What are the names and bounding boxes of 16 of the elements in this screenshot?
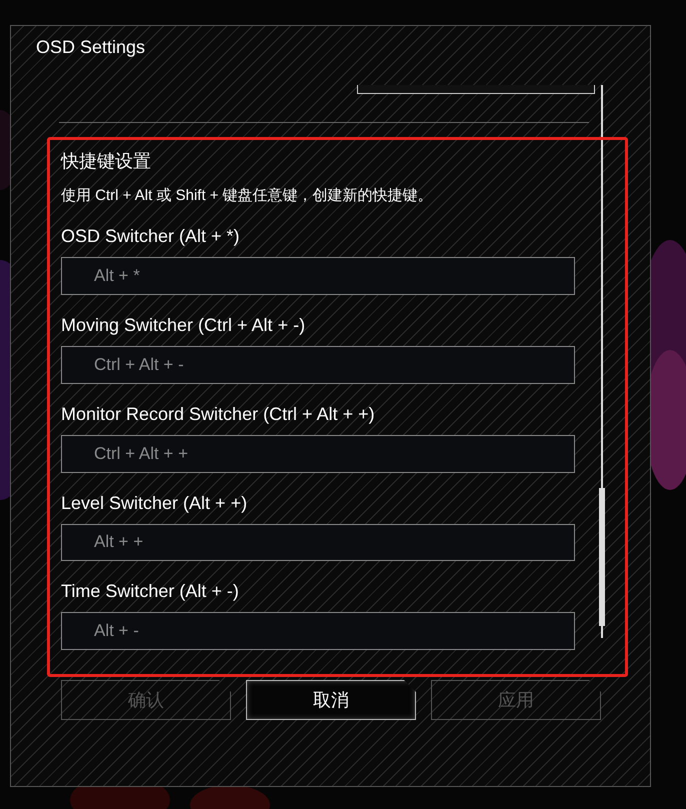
shortcut-label: Time Switcher (Alt + -) [61,580,240,604]
shortcut-label: Monitor Record Switcher (Ctrl + Alt + +) [61,402,376,426]
shortcut-field[interactable]: Ctrl + Alt + + [61,434,575,473]
shortcut-label: Level Switcher (Alt + +) [61,492,248,515]
shortcut-label: OSD Switcher (Alt + *) [61,225,241,248]
window-title: OSD Settings [35,36,146,59]
section-description: 使用 Ctrl + Alt 或 Shift + 键盘任意键，创建新的快捷键。 [61,186,434,206]
shortcut-field[interactable]: Ctrl + Alt + - [61,346,575,384]
shortcut-field[interactable]: Alt + - [61,612,575,650]
scrollbar-thumb[interactable] [599,488,605,626]
shortcut-label: Moving Switcher (Ctrl + Alt + -) [61,314,306,338]
dialog-button[interactable]: 取消 [246,680,416,720]
shortcut-field[interactable]: Alt + * [61,257,575,296]
scrollbar[interactable] [601,85,603,638]
shortcut-field[interactable]: Alt + + [61,524,575,562]
section-heading: 快捷键设置 [61,150,152,174]
